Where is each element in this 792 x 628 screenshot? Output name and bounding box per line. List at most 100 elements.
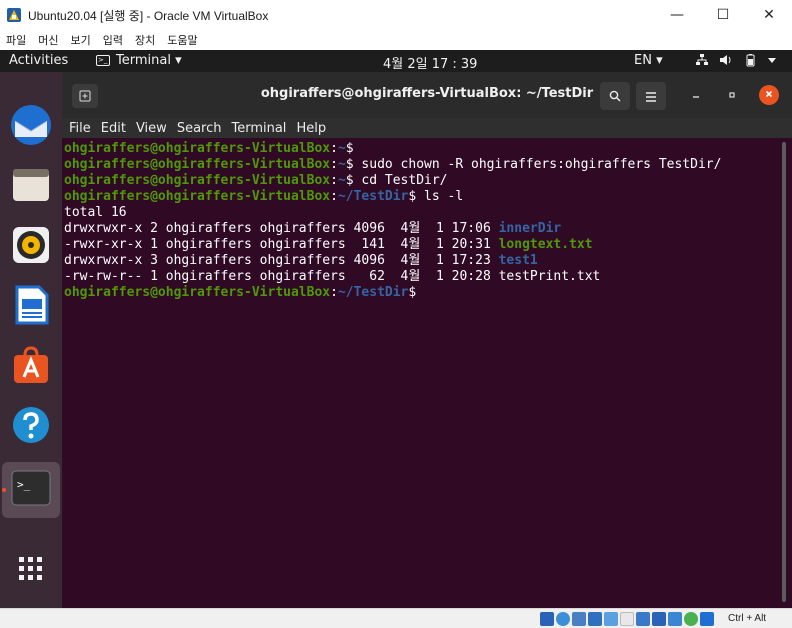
terminal-output[interactable]: ohgiraffers@ohgiraffers-VirtualBox:~$ ohg… (62, 138, 792, 608)
terminal-text-segment: drwxrwxr-x 2 ohgiraffers ohgiraffers 409… (64, 221, 499, 236)
terminal-text-segment: ~/TestDir (337, 285, 409, 300)
show-applications-icon (16, 554, 46, 588)
terminal-text-segment: $ (408, 285, 417, 300)
vbox-titlebar: Ubuntu20.04 [실행 중] - Oracle VM VirtualBo… (0, 0, 792, 30)
terminal-text-segment: test1 (498, 253, 538, 268)
terminal-line: drwxrwxr-x 3 ohgiraffers ohgiraffers 409… (64, 253, 792, 269)
terminal-text-segment: innerDir (498, 221, 562, 236)
dock-item-libreoffice-writer[interactable] (8, 284, 54, 330)
terminal-text-segment: $ cd TestDir/ (345, 173, 448, 188)
gnome-topbar: Activities >_ Terminal ▾ 4월 2일 17 : 39 E… (0, 50, 792, 72)
system-menu-icon (767, 53, 777, 71)
terminal-text-segment: : (330, 189, 338, 204)
activities-button[interactable]: Activities (9, 53, 68, 68)
terminal-text-segment: ohgiraffers@ohgiraffers-VirtualBox (64, 157, 331, 172)
terminal-menu-view[interactable]: View (136, 121, 167, 136)
host-key-icon[interactable] (700, 612, 714, 626)
terminal-text-segment: $ (345, 141, 354, 156)
search-icon (609, 87, 621, 106)
clock[interactable]: 4월 2일 17 : 39 (383, 53, 477, 72)
terminal-menu-file[interactable]: File (69, 121, 91, 136)
host-key-label: Ctrl + Alt (728, 613, 767, 624)
vbox-menu-file[interactable]: 파일 (6, 32, 26, 48)
terminal-text-segment: ~ (337, 173, 346, 188)
terminal-close-button[interactable] (759, 85, 779, 105)
search-button[interactable] (600, 82, 630, 110)
display-icon[interactable] (636, 612, 650, 626)
terminal-line: ohgiraffers@ohgiraffers-VirtualBox:~$ cd… (64, 173, 792, 189)
terminal-line: ohgiraffers@ohgiraffers-VirtualBox:~/Tes… (64, 189, 792, 205)
dock-item-thunderbird[interactable] (8, 104, 54, 150)
terminal-text-segment: longtext.txt (498, 237, 593, 252)
vbox-menubar: 파일 머신 보기 입력 장치 도움말 (0, 30, 792, 50)
audio-icon[interactable] (572, 612, 586, 626)
system-status-area[interactable] (695, 53, 777, 71)
vbox-menu-devices[interactable]: 장치 (135, 32, 155, 48)
software-center-icon (11, 345, 51, 389)
terminal-text-segment: ~ (337, 141, 346, 156)
dock-item-help[interactable] (8, 404, 54, 450)
close-button[interactable]: ✕ (746, 0, 792, 30)
terminal-text-segment: drwxrwxr-x 3 ohgiraffers ohgiraffers 409… (64, 253, 499, 268)
files-icon (11, 165, 51, 209)
app-menu-button[interactable]: >_ Terminal ▾ (96, 53, 182, 68)
terminal-menu-edit[interactable]: Edit (101, 121, 126, 136)
terminal-text-segment: ohgiraffers@ohgiraffers-VirtualBox (64, 189, 331, 204)
network-adapter-icon[interactable] (588, 612, 602, 626)
hard-disk-icon[interactable] (540, 612, 554, 626)
thunderbird-icon (9, 103, 53, 151)
optical-drive-icon[interactable] (556, 612, 570, 626)
terminal-line: ohgiraffers@ohgiraffers-VirtualBox:~$ su… (64, 157, 792, 173)
terminal-line: ohgiraffers@ohgiraffers-VirtualBox:~$ (64, 141, 792, 157)
hamburger-menu-icon (645, 87, 657, 106)
dock-item-software-center[interactable] (8, 344, 54, 390)
usb-icon[interactable] (604, 612, 618, 626)
terminal-text-segment: ~/TestDir (337, 189, 409, 204)
dock-item-terminal[interactable]: >_ (2, 462, 60, 518)
terminal-text-segment: $ ls -l (408, 189, 464, 204)
minimize-icon (691, 89, 701, 103)
vbox-menu-input[interactable]: 입력 (103, 32, 123, 48)
input-language-selector[interactable]: EN ▾ (634, 53, 663, 68)
terminal-minimize-button[interactable] (686, 86, 706, 106)
help-icon (11, 405, 51, 449)
libreoffice-writer-icon (11, 285, 51, 329)
app-menu-label: Terminal ▾ (116, 53, 182, 68)
rhythmbox-icon (11, 225, 51, 269)
virtualbox-logo-icon (6, 7, 22, 23)
cpu-icon[interactable] (668, 612, 682, 626)
terminal-line: -rwxr-xr-x 1 ohgiraffers ohgiraffers 141… (64, 237, 792, 253)
terminal-menu-terminal[interactable]: Terminal (231, 121, 286, 136)
terminal-menu-help[interactable]: Help (296, 121, 326, 136)
volume-icon (719, 53, 733, 71)
terminal-text-segment: : (330, 141, 338, 156)
mouse-integration-icon[interactable] (684, 612, 698, 626)
minimize-button[interactable]: — (654, 0, 700, 30)
maximize-button[interactable]: ☐ (700, 0, 746, 30)
vbox-menu-machine[interactable]: 머신 (38, 32, 58, 48)
dock-item-show-applications[interactable] (8, 548, 54, 594)
terminal-line: -rw-rw-r-- 1 ohgiraffers ohgiraffers 62 … (64, 269, 792, 285)
hamburger-menu-button[interactable] (636, 82, 666, 110)
vbox-device-icons (540, 612, 714, 626)
terminal-text-segment: ohgiraffers@ohgiraffers-VirtualBox (64, 173, 331, 188)
recording-icon[interactable] (652, 612, 666, 626)
vbox-menu-help[interactable]: 도움말 (167, 32, 197, 48)
dock-item-files[interactable] (8, 164, 54, 210)
terminal-text-segment: ohgiraffers@ohgiraffers-VirtualBox (64, 285, 331, 300)
battery-icon (743, 53, 757, 71)
terminal-text-segment: ~ (337, 157, 346, 172)
terminal-text-segment: $ sudo chown -R ohgiraffers:ohgiraffers … (345, 157, 722, 172)
terminal-menu-search[interactable]: Search (177, 121, 222, 136)
dock-item-rhythmbox[interactable] (8, 224, 54, 270)
terminal-text-segment: : (330, 285, 338, 300)
dock: >_ (0, 72, 62, 608)
vbox-menu-view[interactable]: 보기 (71, 32, 91, 48)
svg-text:>_: >_ (17, 478, 31, 491)
terminal-text-segment: -rw-rw-r-- 1 ohgiraffers ohgiraffers 62 … (64, 269, 601, 284)
terminal-text-segment: ohgiraffers@ohgiraffers-VirtualBox (64, 141, 331, 156)
shared-folder-icon[interactable] (620, 612, 634, 626)
terminal-maximize-button[interactable] (722, 86, 742, 106)
terminal-line: drwxrwxr-x 2 ohgiraffers ohgiraffers 409… (64, 221, 792, 237)
terminal-scrollbar[interactable] (782, 142, 786, 602)
